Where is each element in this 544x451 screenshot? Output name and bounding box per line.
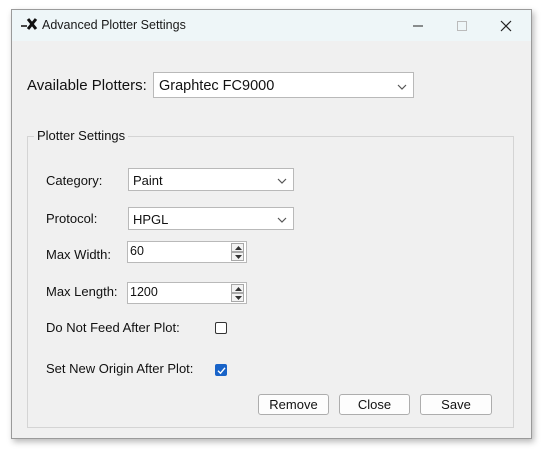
save-button[interactable]: Save xyxy=(420,394,492,415)
close-icon[interactable] xyxy=(484,10,528,41)
available-plotters-dropdown[interactable]: Graphtec FC9000 xyxy=(153,72,414,98)
decrement-icon[interactable] xyxy=(231,293,244,302)
chevron-down-icon xyxy=(397,80,407,90)
close-button[interactable]: Close xyxy=(339,394,410,415)
max-width-value: 60 xyxy=(130,244,144,258)
max-length-label: Max Length: xyxy=(46,284,118,299)
do-not-feed-label: Do Not Feed After Plot: xyxy=(46,320,180,335)
checkmark-icon xyxy=(217,367,226,375)
stepper-buttons xyxy=(231,284,244,302)
title-bar[interactable]: Advanced Plotter Settings xyxy=(12,10,531,41)
do-not-feed-checkbox[interactable] xyxy=(215,322,227,334)
chevron-down-icon xyxy=(277,213,287,223)
protocol-value: HPGL xyxy=(133,212,169,227)
category-dropdown[interactable]: Paint xyxy=(128,168,294,191)
decrement-icon[interactable] xyxy=(231,252,244,261)
plotter-app-icon xyxy=(20,16,38,32)
category-value: Paint xyxy=(133,173,163,188)
protocol-dropdown[interactable]: HPGL xyxy=(128,207,294,230)
chevron-down-icon xyxy=(277,174,287,184)
set-new-origin-checkbox[interactable] xyxy=(215,364,227,376)
increment-icon[interactable] xyxy=(231,243,244,252)
protocol-label: Protocol: xyxy=(46,211,98,226)
available-plotters-label: Available Plotters: xyxy=(27,77,147,94)
maximize-icon[interactable] xyxy=(440,10,484,41)
stepper-buttons xyxy=(231,243,244,261)
max-width-stepper[interactable]: 60 xyxy=(127,241,247,263)
settings-window: Advanced Plotter Settings Available Plot… xyxy=(11,9,532,439)
minimize-icon[interactable] xyxy=(396,10,440,41)
set-new-origin-label: Set New Origin After Plot: xyxy=(46,361,194,376)
available-plotters-value: Graphtec FC9000 xyxy=(159,78,275,94)
max-length-value: 1200 xyxy=(130,285,158,299)
max-width-label: Max Width: xyxy=(46,247,112,262)
window-title: Advanced Plotter Settings xyxy=(42,18,186,32)
remove-button[interactable]: Remove xyxy=(258,394,329,415)
increment-icon[interactable] xyxy=(231,284,244,293)
plotter-settings-group-label: Plotter Settings xyxy=(34,128,129,143)
max-length-stepper[interactable]: 1200 xyxy=(127,282,247,304)
category-label: Category: xyxy=(46,173,103,188)
